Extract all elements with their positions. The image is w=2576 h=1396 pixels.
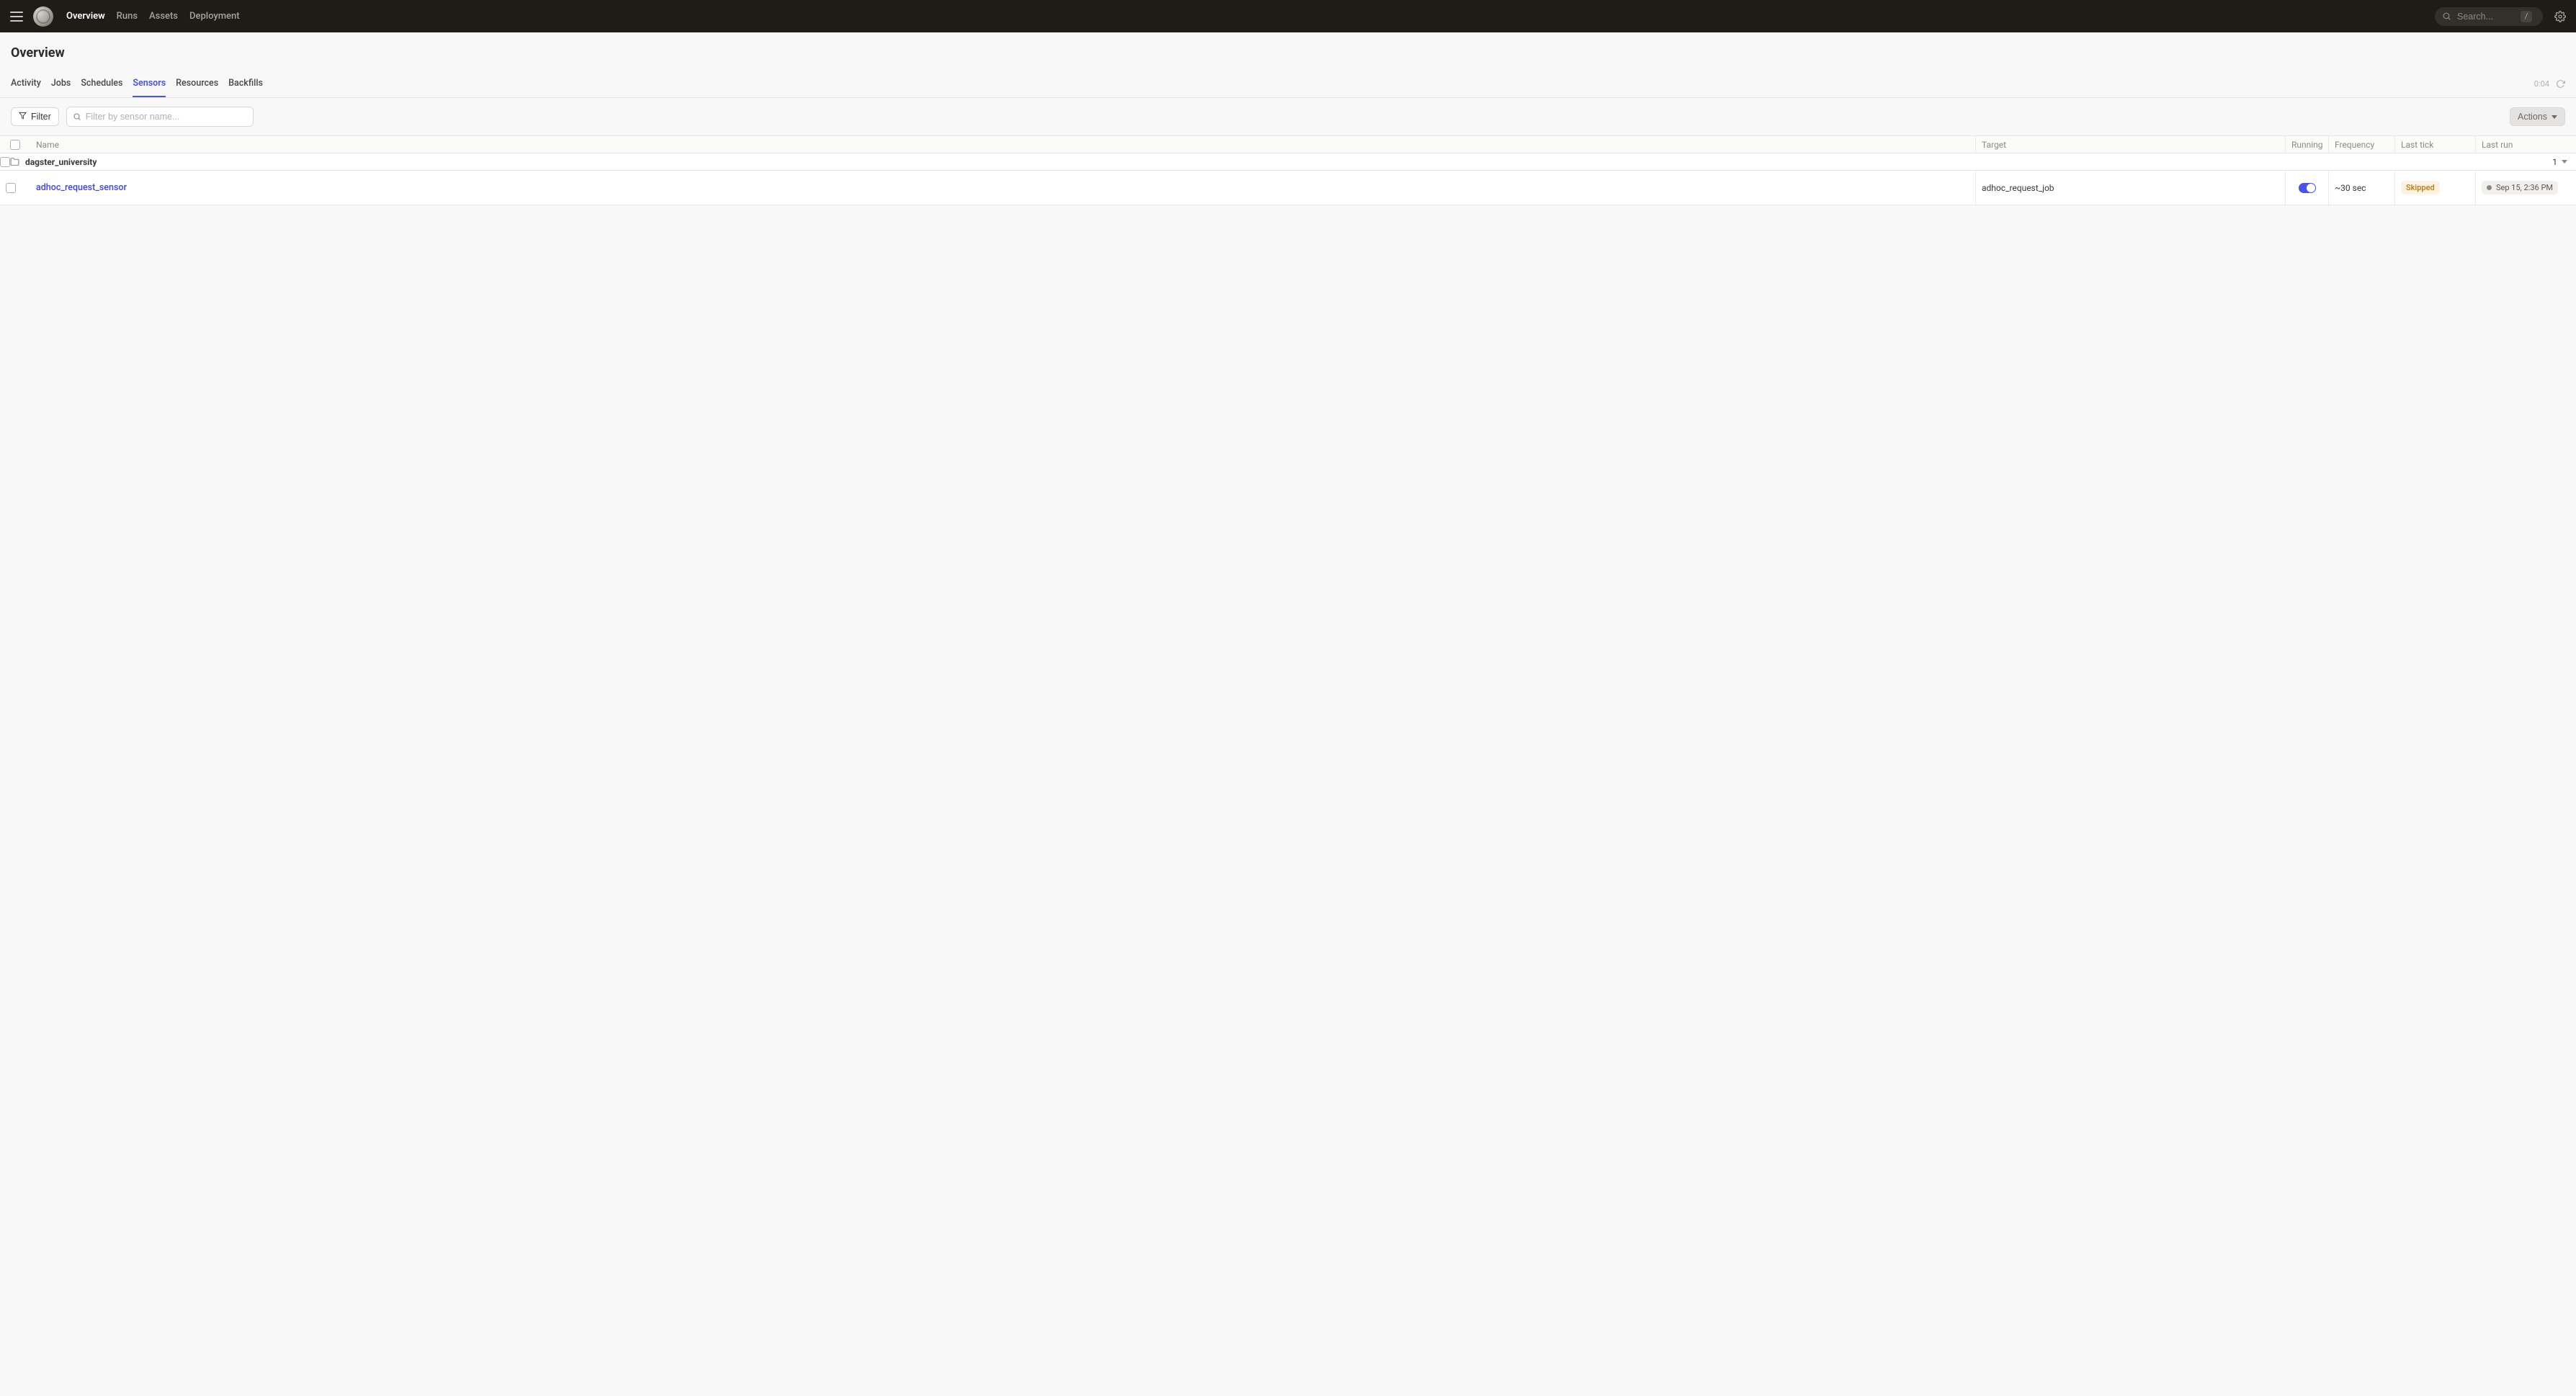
status-dot-icon [2487, 185, 2492, 190]
chevron-down-icon [2552, 115, 2557, 119]
search-icon [73, 110, 81, 124]
sensors-table: Name Target Running Frequency Last tick … [0, 135, 2576, 205]
nav-link-deployment[interactable]: Deployment [189, 11, 240, 22]
actions-button[interactable]: Actions [2510, 107, 2565, 126]
page-tabs: Activity Jobs Schedules Sensors Resource… [11, 71, 263, 97]
last-run-time: Sep 15, 2:36 PM [2496, 183, 2553, 192]
chevron-down-icon[interactable] [2562, 160, 2567, 164]
sensor-name-filter-input[interactable] [86, 112, 247, 122]
repo-group-count: 1 [2552, 157, 2557, 167]
repo-group-label: dagster_university [25, 157, 97, 167]
table-header: Name Target Running Frequency Last tick … [0, 136, 2576, 153]
row-checkbox[interactable] [6, 183, 16, 193]
app-logo[interactable] [33, 6, 53, 27]
col-target[interactable]: Target [1975, 136, 2285, 153]
tab-jobs[interactable]: Jobs [51, 71, 71, 97]
tab-sensors[interactable]: Sensors [133, 71, 166, 97]
sensor-name-filter[interactable] [66, 107, 254, 127]
search-shortcut-hint: / [2521, 11, 2532, 22]
page-title: Overview [11, 45, 2565, 61]
folder-icon [10, 157, 19, 166]
last-run-pill[interactable]: Sep 15, 2:36 PM [2482, 181, 2558, 194]
settings-button[interactable] [2554, 11, 2566, 22]
filter-button[interactable]: Filter [11, 107, 59, 126]
group-checkbox[interactable] [0, 157, 10, 167]
repo-group-row[interactable]: dagster_university 1 [0, 153, 2576, 171]
primary-nav: Overview Runs Assets Deployment [66, 11, 240, 22]
topbar: Overview Runs Assets Deployment / [0, 0, 2576, 32]
col-last-tick[interactable]: Last tick [2394, 136, 2475, 153]
actions-button-label: Actions [2518, 112, 2547, 122]
nav-link-assets[interactable]: Assets [149, 11, 178, 22]
table-row: adhoc_request_sensor adhoc_request_job ~… [0, 171, 2576, 205]
refresh-status: 0:04 [2534, 79, 2565, 89]
sensor-name-link[interactable]: adhoc_request_sensor [36, 182, 127, 193]
col-frequency[interactable]: Frequency [2328, 136, 2394, 153]
select-all-checkbox[interactable] [10, 140, 20, 150]
tab-resources[interactable]: Resources [176, 71, 218, 97]
toolbar: Filter Actions [0, 98, 2576, 135]
refresh-button[interactable] [2555, 79, 2565, 89]
search-icon [2442, 12, 2451, 21]
filter-icon [19, 112, 27, 122]
col-last-run[interactable]: Last run [2475, 136, 2576, 153]
filter-button-label: Filter [31, 112, 51, 122]
col-running[interactable]: Running [2285, 136, 2328, 153]
tab-schedules[interactable]: Schedules [81, 71, 122, 97]
tab-activity[interactable]: Activity [11, 71, 41, 97]
nav-link-overview[interactable]: Overview [66, 11, 105, 22]
last-tick-badge[interactable]: Skipped [2401, 181, 2440, 194]
global-search-input[interactable] [2457, 12, 2515, 22]
col-name[interactable]: Name [30, 140, 1975, 150]
sensor-frequency: ~30 sec [2335, 183, 2366, 193]
hamburger-menu-button[interactable] [10, 12, 23, 22]
tab-backfills[interactable]: Backfills [228, 71, 263, 97]
nav-link-runs[interactable]: Runs [117, 11, 138, 22]
sensor-target[interactable]: adhoc_request_job [1982, 183, 2054, 193]
refresh-counter: 0:04 [2534, 79, 2549, 89]
page-header: Overview [0, 32, 2576, 61]
running-toggle[interactable] [2299, 183, 2316, 193]
tabs-row: Activity Jobs Schedules Sensors Resource… [0, 71, 2576, 98]
global-search[interactable]: / [2435, 7, 2543, 26]
